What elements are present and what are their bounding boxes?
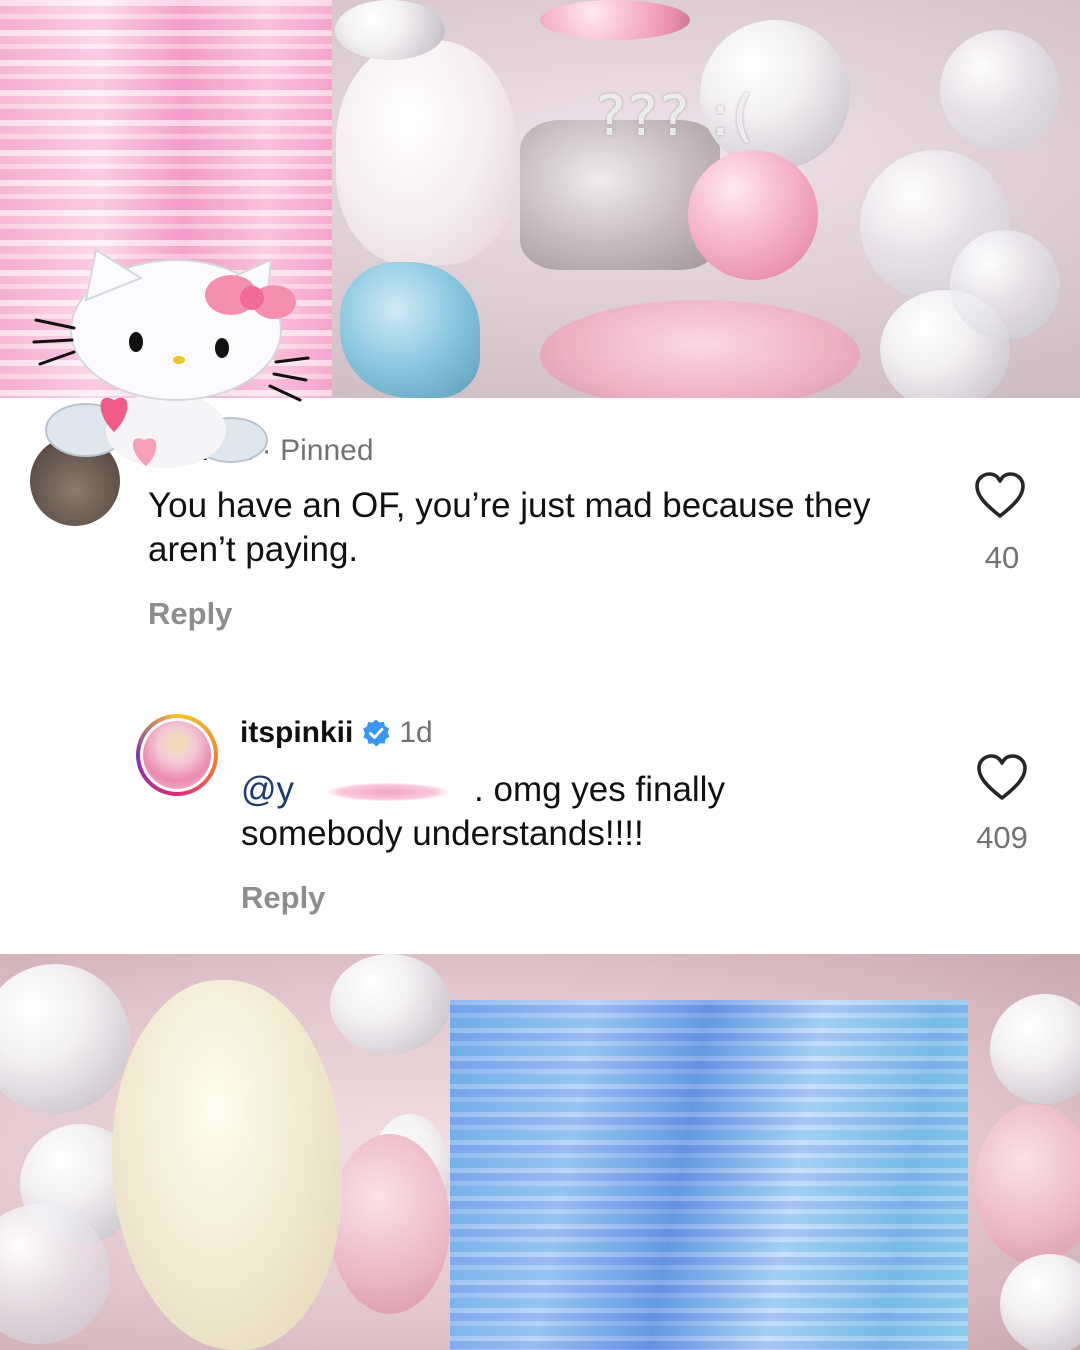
comment-text: You have an OF, you’re just mad because … [148, 486, 871, 569]
cream-stone-bead [112, 980, 342, 1350]
comment-header: itspinkii 1d [240, 716, 433, 750]
comment-username[interactable]: itspinkii [240, 716, 353, 750]
pink-pearl [540, 0, 690, 40]
avatar [143, 721, 211, 789]
commenter-avatar-story-ring[interactable] [136, 714, 218, 796]
redaction-mark [328, 782, 449, 801]
clear-pearl [950, 230, 1060, 340]
comment-text: @y. omg yes finally somebody understands… [241, 768, 881, 856]
pearl [335, 0, 445, 60]
hello-kitty-sticker [32, 248, 310, 468]
verified-badge-icon [363, 719, 390, 747]
heart-icon[interactable] [976, 754, 1028, 802]
comment-text-body: . omg yes finally somebody understands!!… [241, 770, 725, 853]
pink-bead [330, 1134, 450, 1314]
blue-glitch-texture [450, 1000, 968, 1350]
pink-pearl [688, 150, 818, 280]
mention-link[interactable]: @y [241, 770, 294, 809]
clear-pearl [940, 30, 1060, 150]
like-count: 409 [976, 820, 1028, 855]
like-count: 40 [984, 540, 1020, 575]
overlay-caption: ??? :( [596, 84, 756, 149]
white-shell-bead [336, 40, 516, 265]
heart-icon[interactable] [974, 472, 1026, 520]
comment-time: 1d [399, 716, 433, 749]
pink-bead [975, 1104, 1080, 1264]
blue-crystal-bead [340, 262, 480, 398]
reply-button[interactable]: Reply [148, 596, 232, 632]
pearl [0, 964, 130, 1114]
pearl [330, 954, 450, 1054]
pearl [1000, 1254, 1080, 1350]
bottom-collage-image [0, 954, 1080, 1350]
pink-bead [540, 300, 860, 398]
pearl [990, 994, 1080, 1104]
reply-button[interactable]: Reply [241, 880, 325, 916]
